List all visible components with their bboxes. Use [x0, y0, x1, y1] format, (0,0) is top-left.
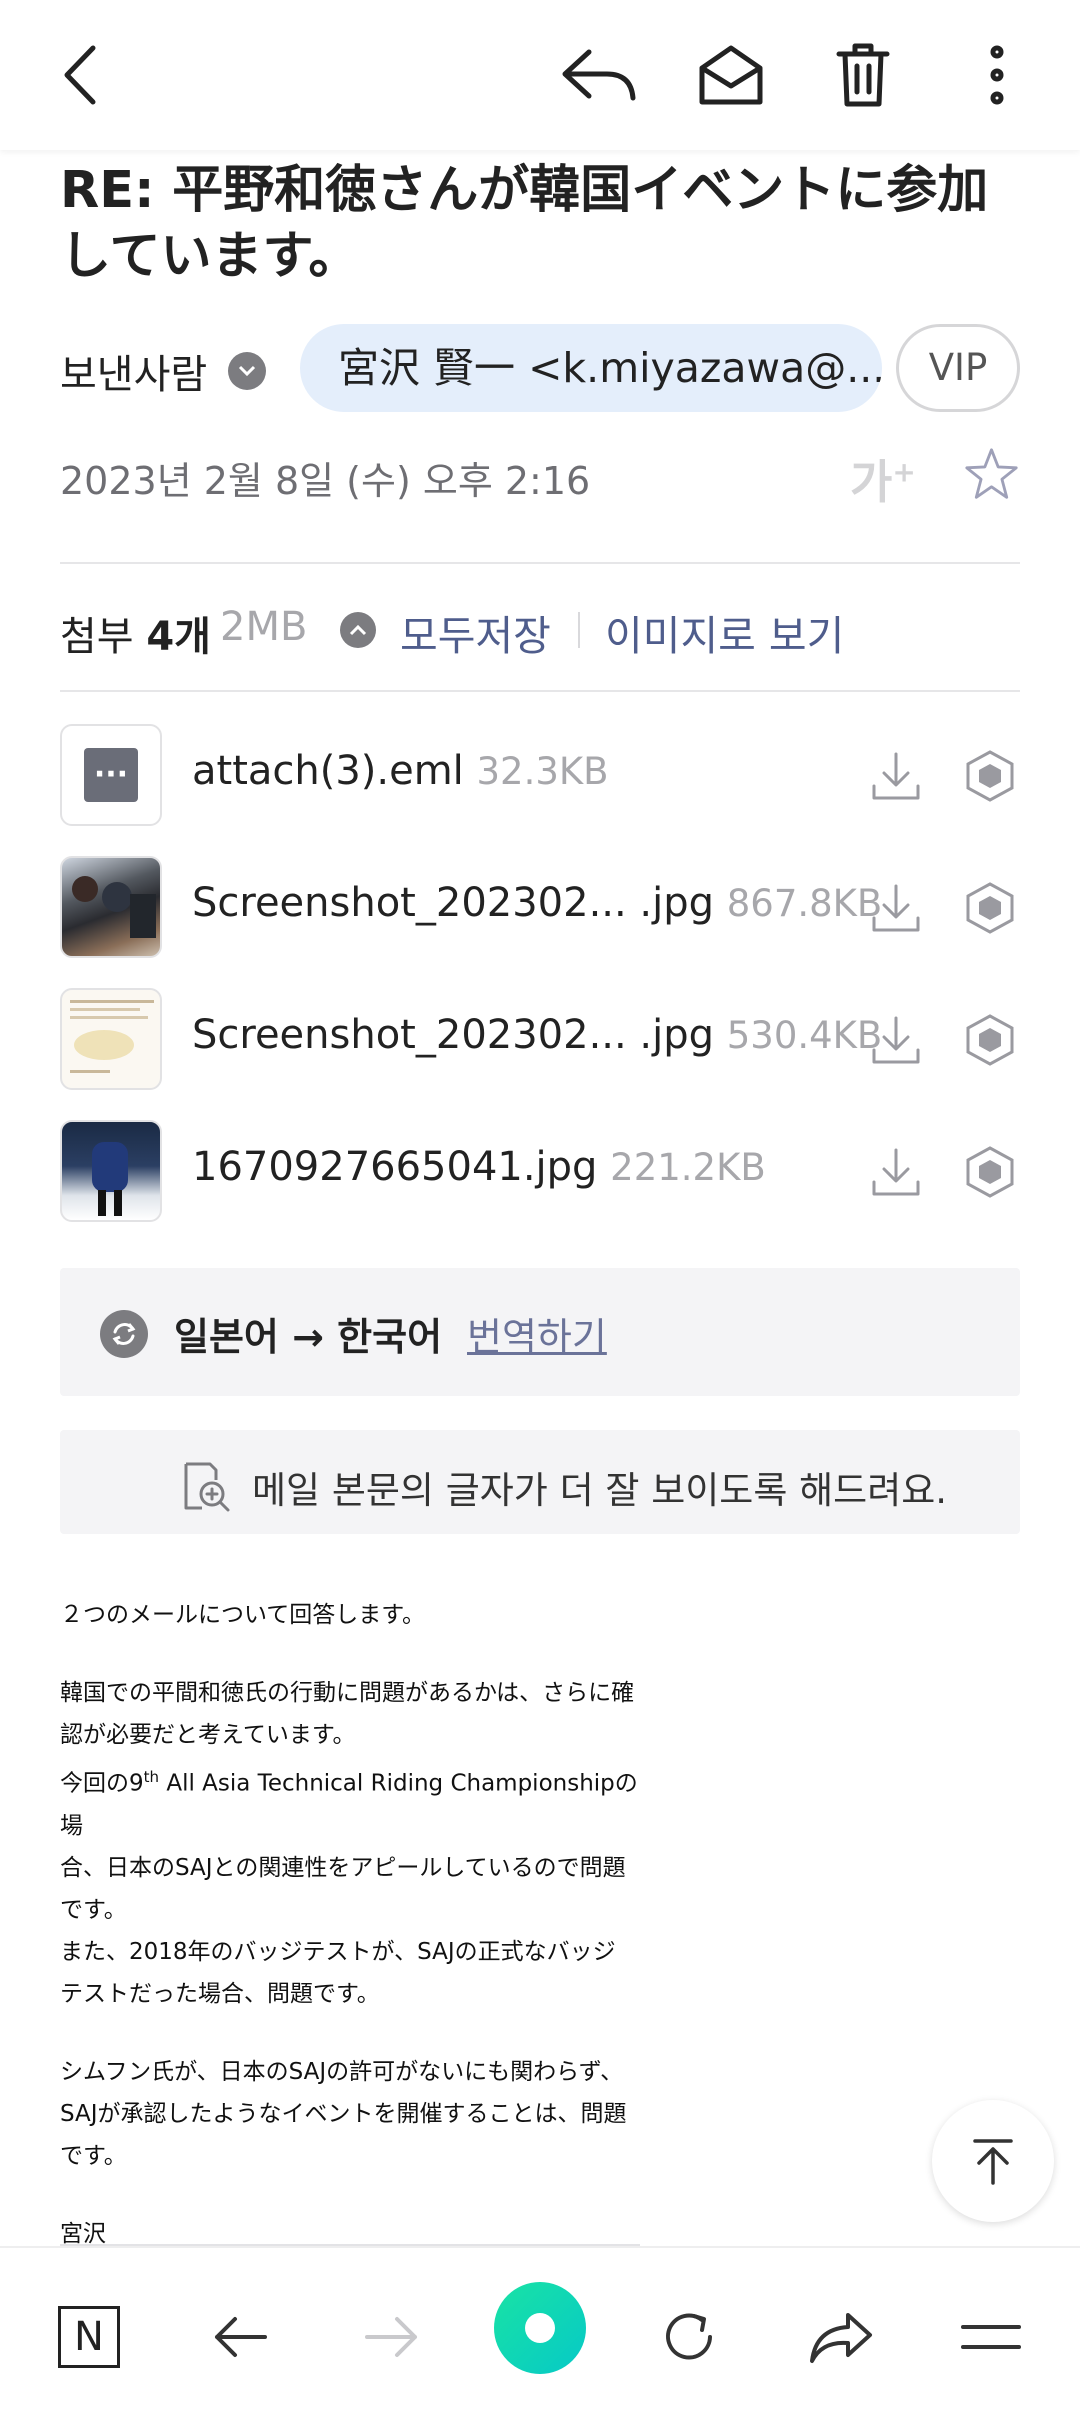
download-icon[interactable] — [866, 1142, 926, 1202]
attachments-total-size: 2MB — [220, 604, 308, 650]
top-app-bar — [0, 0, 1080, 150]
cloud-save-icon[interactable] — [960, 1142, 1020, 1202]
attachment-item[interactable]: ··· attach(3).eml 32.3KB — [60, 724, 1020, 828]
translate-button[interactable]: 번역하기 — [467, 1306, 607, 1361]
download-icon[interactable] — [866, 1010, 926, 1070]
attachment-item[interactable]: 1670927665041.jpg 221.2KB — [60, 1120, 1020, 1224]
refresh-icon — [666, 2313, 712, 2360]
separator — [578, 612, 580, 648]
green-dot-icon — [525, 2313, 555, 2343]
attachment-name: Screenshot_202302... .jpg 530.4KB — [192, 1012, 883, 1058]
sender-row: 보낸사람 宮沢 賢一 <k.miyazawa@... VIP — [60, 324, 1020, 414]
plus-icon: + — [892, 455, 916, 489]
attachments-label: 첨부 — [60, 614, 134, 660]
scroll-to-top-button[interactable] — [932, 2100, 1054, 2222]
download-icon[interactable] — [866, 878, 926, 938]
arrow-right-icon — [365, 2317, 417, 2357]
naver-logo-icon: N — [58, 2306, 120, 2368]
download-icon[interactable] — [866, 746, 926, 806]
share-icon — [810, 2313, 872, 2363]
attachment-item[interactable]: Screenshot_202302... .jpg 530.4KB — [60, 988, 1020, 1092]
body-line: SAJが承認したようなイベントを開催することは、問題 — [60, 2100, 627, 2127]
vip-button[interactable]: VIP — [896, 324, 1020, 412]
view-as-image-button[interactable]: 이미지로 보기 — [605, 602, 844, 662]
delete-button[interactable] — [818, 30, 908, 120]
sender-chip[interactable]: 宮沢 賢一 <k.miyazawa@... — [300, 324, 882, 412]
body-line: です。 — [60, 2142, 127, 2169]
arrow-up-icon — [973, 2139, 1013, 2185]
body-line: 認が必要だと考えています。 — [60, 1722, 356, 1748]
attachment-name: Screenshot_202302... .jpg 867.8KB — [192, 880, 883, 926]
font-size-label: 가 — [850, 455, 893, 509]
arrow-left-icon — [215, 2317, 267, 2357]
naver-home-button[interactable]: N — [44, 2292, 134, 2382]
attachment-item[interactable]: Screenshot_202302... .jpg 867.8KB — [60, 856, 1020, 960]
mail-date: 2023년 2월 8일 (수) 오후 2:16 — [60, 459, 591, 503]
envelope-open-icon — [699, 45, 763, 105]
attachments-number: 4개 — [146, 614, 211, 660]
attachments-collapse-button[interactable] — [340, 612, 376, 648]
body-line: テストだった場合、問題です。 — [60, 1980, 380, 2007]
attachment-thumbnail — [60, 856, 162, 958]
attachment-thumbnail — [60, 988, 162, 1090]
refresh-button[interactable] — [644, 2292, 734, 2382]
body-line: 合、日本のSAJとの関連性をアピールしているので問題 — [60, 1854, 626, 1881]
cloud-save-icon[interactable] — [960, 746, 1020, 806]
menu-button[interactable] — [946, 2292, 1036, 2382]
chevron-down-icon — [238, 365, 256, 377]
chevron-left-icon — [64, 45, 96, 105]
cloud-save-icon[interactable] — [960, 1010, 1020, 1070]
attachments-header: 첨부 4개 2MB 모두저장 이미지로 보기 — [60, 592, 1020, 662]
more-vertical-icon — [990, 45, 1004, 105]
back-nav-button[interactable] — [196, 2292, 286, 2382]
share-button[interactable] — [796, 2292, 886, 2382]
mail-subject: RE: 平野和徳さんが韓国イベントに参加しています。 — [60, 161, 989, 286]
bottom-navigation-bar: N — [0, 2246, 1080, 2424]
star-icon[interactable] — [963, 446, 1020, 503]
translate-languages: 일본어 → 한국어 — [174, 1315, 443, 1359]
chevron-up-icon — [349, 624, 367, 636]
attachment-name: 1670927665041.jpg 221.2KB — [192, 1144, 766, 1190]
zoom-text-icon — [184, 1462, 230, 1512]
eml-file-icon: ··· — [60, 724, 162, 826]
save-all-button[interactable]: 모두저장 — [400, 602, 551, 662]
more-options-button[interactable] — [952, 30, 1042, 120]
sender-label: 보낸사람 — [60, 352, 208, 398]
mail-body: ２つのメールについて回答します。 韓国での平間和徳氏の行動に問題があるかは、さら… — [60, 1594, 660, 2255]
body-line: ２つのメールについて回答します。 — [60, 1602, 426, 1628]
reply-button[interactable] — [554, 30, 644, 120]
divider — [60, 690, 1020, 692]
translate-bar: 일본어 → 한국어 번역하기 — [60, 1268, 1020, 1396]
trash-icon — [836, 43, 890, 107]
attachment-name: attach(3).eml 32.3KB — [192, 748, 609, 794]
body-line: 韓国での平間和徳氏の行動に問題があるかは、さらに確 — [60, 1680, 635, 1706]
divider — [60, 562, 1020, 564]
hamburger-icon — [961, 2325, 1021, 2349]
forward-nav-button[interactable] — [346, 2292, 436, 2382]
body-line: です。 — [60, 1896, 127, 1923]
attachment-size: 221.2KB — [610, 1146, 766, 1189]
font-size-button[interactable]: 가+ — [850, 446, 916, 512]
readability-banner[interactable]: 메일 본문의 글자가 더 잘 보이도록 해드려요. — [60, 1430, 1020, 1534]
body-line: また、2018年のバッジテストが、SAJの正式なバッジ — [60, 1938, 616, 1965]
attachment-thumbnail — [60, 1120, 162, 1222]
readability-text: 메일 본문의 글자가 더 잘 보이도록 해드려요. — [252, 1469, 948, 1512]
reply-icon — [562, 49, 636, 101]
date-row: 2023년 2월 8일 (수) 오후 2:16 가+ — [60, 446, 1020, 509]
back-button[interactable] — [36, 30, 126, 120]
attachment-size: 867.8KB — [726, 882, 883, 925]
attachment-size: 32.3KB — [476, 750, 609, 793]
cloud-save-icon[interactable] — [960, 878, 1020, 938]
translate-icon — [100, 1310, 148, 1358]
sender-expand-button[interactable] — [228, 352, 266, 390]
mark-unread-button[interactable] — [686, 30, 776, 120]
attachments-count: 첨부 4개 — [60, 604, 211, 662]
attachment-size: 530.4KB — [726, 1014, 883, 1057]
body-line: 今回の9th All Asia Technical Riding Champio… — [60, 1768, 638, 1839]
body-line: シムフン氏が、日本のSAJの許可がないにも関わらず、 — [60, 2058, 624, 2085]
green-dot-button[interactable] — [494, 2282, 586, 2374]
